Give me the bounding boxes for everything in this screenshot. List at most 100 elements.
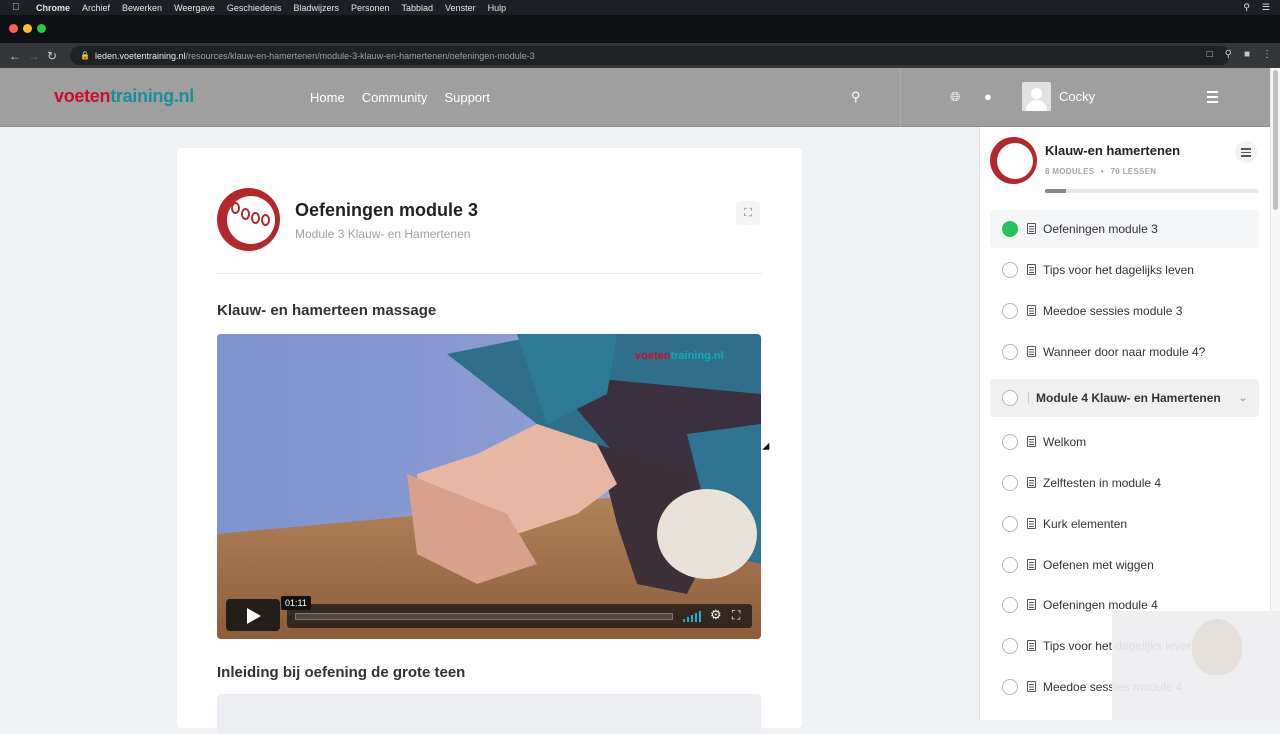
lesson-title: Oefeningen module 3	[295, 200, 479, 220]
video-control-bar: ⚙ ⛶	[287, 604, 752, 628]
list-toggle-icon[interactable]	[1235, 141, 1257, 163]
menu-tabblad[interactable]: Tabblad	[402, 3, 434, 13]
video-watermark-part-1: voeten	[635, 350, 671, 362]
course-progress-fill	[1045, 189, 1067, 193]
incomplete-circle-icon[interactable]	[1002, 262, 1018, 278]
menu-bewerken[interactable]: Bewerken	[122, 3, 162, 13]
lesson-item[interactable]: Meedoe sessies module 3	[990, 292, 1259, 330]
url-path: /resources/klauw-en-hamertenen/module-3-…	[185, 50, 535, 61]
zoom-window-button[interactable]	[37, 24, 46, 33]
webcam-overlay	[1112, 611, 1280, 720]
nav-home[interactable]: Home	[310, 90, 345, 105]
document-icon	[1027, 305, 1036, 316]
lesson-label: Meedoe sessies module 3	[1043, 304, 1183, 318]
menu-archief[interactable]: Archief	[82, 3, 110, 13]
messages-icon[interactable]: ●	[984, 89, 992, 104]
nav-community[interactable]: Community	[362, 90, 428, 105]
zoom-icon[interactable]: ⚲	[1225, 49, 1232, 60]
fullscreen-toggle-icon[interactable]: ⛶	[736, 201, 760, 225]
course-title[interactable]: Klauw-en hamertenen	[1045, 143, 1180, 158]
site-logo[interactable]: voetentraining.nl	[54, 86, 194, 107]
translate-icon[interactable]: □	[1207, 49, 1213, 60]
menu-geschiedenis[interactable]: Geschiedenis	[227, 3, 282, 13]
reload-icon[interactable]: ↻	[47, 49, 57, 63]
incomplete-circle-icon[interactable]	[1002, 557, 1018, 573]
incomplete-circle-icon[interactable]	[1002, 303, 1018, 319]
lesson-item[interactable]: Oefeningen module 3	[990, 210, 1259, 248]
document-icon	[1027, 599, 1036, 610]
volume-icon[interactable]	[683, 610, 703, 622]
settings-gear-icon[interactable]: ⚙	[710, 607, 722, 623]
incomplete-circle-icon[interactable]	[1002, 434, 1018, 450]
menu-venster[interactable]: Venster	[445, 3, 476, 13]
incomplete-circle-icon[interactable]	[1002, 344, 1018, 360]
video-player[interactable]: voetentraining.nl ⚙ ⛶ 01:11	[217, 334, 761, 639]
module-label: Module 4 Klauw- en Hamertenen	[1036, 391, 1221, 405]
lesson-card: Oefeningen module 3 Module 3 Klauw- en H…	[177, 148, 802, 734]
video-frame	[217, 334, 761, 639]
main-nav: Home Community Support	[310, 90, 490, 105]
lesson-item[interactable]: Oefenen met wiggen	[990, 546, 1259, 584]
completed-check-icon[interactable]	[1002, 221, 1018, 237]
spotlight-icon[interactable]: ⚲	[1243, 2, 1250, 13]
nav-support[interactable]: Support	[444, 90, 490, 105]
more-menu-icon[interactable]: ⋮	[1262, 49, 1272, 60]
module-divider	[1028, 392, 1029, 404]
document-icon	[1027, 264, 1036, 275]
menu-personen[interactable]: Personen	[351, 3, 390, 13]
username[interactable]: Cocky	[1059, 89, 1095, 104]
document-icon	[1027, 681, 1036, 692]
video-progress-track[interactable]	[295, 613, 673, 620]
browser-tabstrip	[0, 15, 1280, 43]
divider	[217, 273, 762, 274]
incomplete-circle-icon[interactable]	[1002, 390, 1018, 406]
lesson-label: Zelftesten in module 4	[1043, 476, 1162, 490]
profile-icon[interactable]: ■	[1244, 49, 1250, 60]
play-button[interactable]	[226, 599, 280, 631]
course-progress-bar	[1045, 189, 1259, 193]
lesson-label: Oefenen met wiggen	[1043, 558, 1154, 572]
address-bar[interactable]: 🔒 leden.voetentraining.nl /resources/kla…	[70, 46, 1230, 65]
avatar[interactable]	[1022, 82, 1051, 111]
incomplete-circle-icon[interactable]	[1002, 597, 1018, 613]
document-icon	[1027, 518, 1036, 529]
lesson-item[interactable]: Tips voor het dagelijks leven	[990, 251, 1259, 289]
close-window-button[interactable]	[9, 24, 18, 33]
next-video-placeholder[interactable]	[217, 694, 761, 734]
incomplete-circle-icon[interactable]	[1002, 516, 1018, 532]
lesson-label: Tips voor het dagelijks leven	[1043, 263, 1194, 277]
hamburger-menu-icon[interactable]	[1207, 91, 1218, 106]
lesson-item[interactable]: Zelftesten in module 4	[990, 464, 1259, 502]
lesson-subtitle[interactable]: Module 3 Klauw- en Hamertenen	[295, 227, 470, 241]
video-timestamp: 01:11	[281, 596, 311, 610]
apple-menu-icon[interactable]: 	[12, 2, 22, 13]
chevron-down-icon[interactable]: ⌄	[1239, 393, 1247, 404]
control-center-icon[interactable]: ☰	[1262, 2, 1270, 13]
menu-weergave[interactable]: Weergave	[174, 3, 215, 13]
lesson-item[interactable]: Kurk elementen	[990, 505, 1259, 543]
incomplete-circle-icon[interactable]	[1002, 638, 1018, 654]
minimize-window-button[interactable]	[23, 24, 32, 33]
menu-app[interactable]: Chrome	[36, 3, 70, 13]
lesson-label: Welkom	[1043, 435, 1087, 449]
scrollbar-thumb[interactable]	[1273, 70, 1278, 210]
lesson-item[interactable]: Welkom	[990, 423, 1259, 461]
browser-toolbar: ← → ↻ 🔒 leden.voetentraining.nl /resourc…	[0, 43, 1280, 68]
incomplete-circle-icon[interactable]	[1002, 679, 1018, 695]
back-icon[interactable]: ←	[9, 49, 21, 63]
globe-icon[interactable]: 🌐︎	[950, 89, 960, 105]
module-header[interactable]: Module 4 Klauw- en Hamertenen ⌄	[990, 379, 1259, 417]
video-fullscreen-icon[interactable]: ⛶	[732, 608, 740, 623]
course-thumbnail	[990, 137, 1037, 184]
module-count: 8 MODULES	[1045, 167, 1095, 176]
document-icon	[1027, 477, 1036, 488]
menu-bladwijzers[interactable]: Bladwijzers	[293, 3, 339, 13]
menu-hulp[interactable]: Hulp	[488, 3, 507, 13]
search-icon[interactable]: ⚲	[851, 89, 861, 105]
url-host: leden.voetentraining.nl	[95, 50, 186, 61]
document-icon	[1027, 346, 1036, 357]
forward-icon[interactable]: →	[28, 49, 40, 63]
incomplete-circle-icon[interactable]	[1002, 475, 1018, 491]
logo-part-2: training.nl	[110, 86, 194, 106]
lesson-item[interactable]: Wanneer door naar module 4?	[990, 333, 1259, 371]
